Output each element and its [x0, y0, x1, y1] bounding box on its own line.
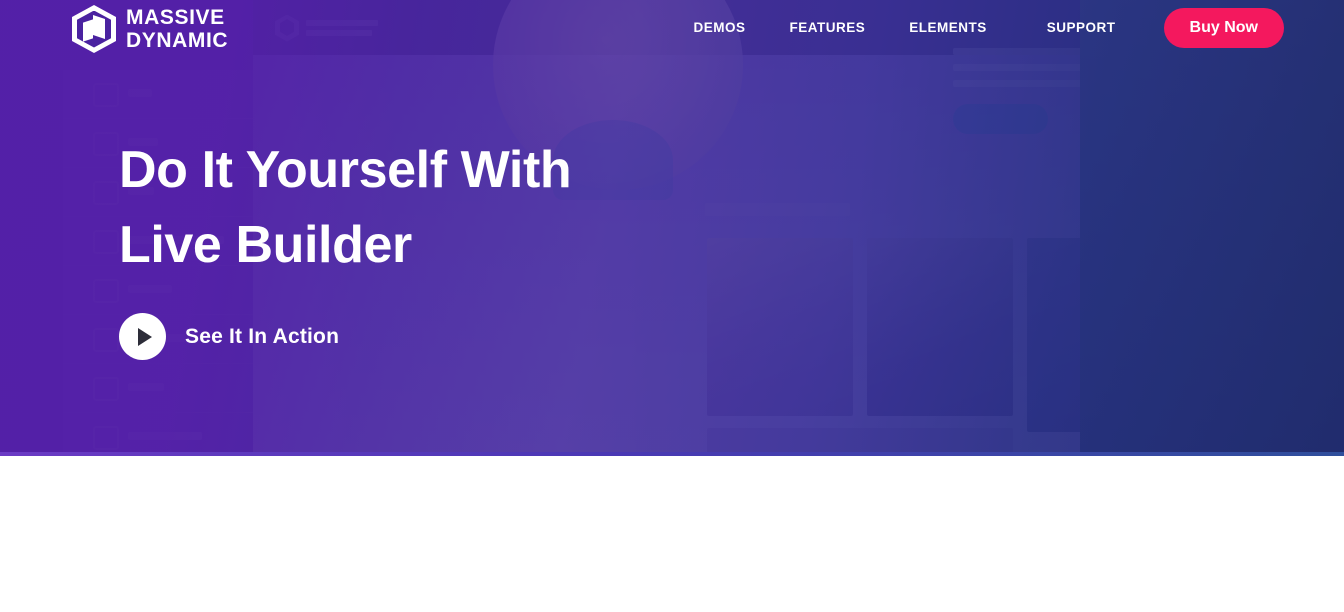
hero-content: Do It Yourself With Live Builder See It …: [119, 133, 572, 360]
play-icon: [119, 313, 166, 360]
nav-item-features[interactable]: FEATURES: [768, 20, 888, 35]
nav-item-elements[interactable]: ELEMENTS: [887, 20, 1009, 35]
templates-filter-bar: +50 Templates For Any Content All Trendi…: [0, 456, 1344, 612]
page-root: MASSIVE DYNAMIC DEMOS FEATURES ELEMENTS …: [0, 0, 1344, 612]
hero-headline-line1: Do It Yourself With: [119, 141, 572, 199]
site-header: MASSIVE DYNAMIC DEMOS FEATURES ELEMENTS …: [0, 0, 1344, 60]
brand-logo[interactable]: MASSIVE DYNAMIC: [72, 5, 228, 53]
nav-item-support[interactable]: SUPPORT: [1025, 20, 1138, 35]
brand-name-line2: DYNAMIC: [126, 29, 229, 52]
nav-item-demos[interactable]: DEMOS: [671, 20, 767, 35]
cta-label: See It In Action: [185, 324, 340, 348]
see-it-in-action-button[interactable]: See It In Action: [119, 313, 339, 360]
brand-name-line1: MASSIVE: [126, 6, 225, 29]
hero-headline-line2: Live Builder: [119, 216, 412, 274]
hexagon-logo-icon: [72, 5, 116, 53]
hero-section: MASSIVE DYNAMIC DEMOS FEATURES ELEMENTS …: [0, 0, 1344, 456]
buy-now-button[interactable]: Buy Now: [1163, 7, 1284, 48]
main-navigation: DEMOS FEATURES ELEMENTS SUPPORT Buy Now: [671, 0, 1284, 55]
